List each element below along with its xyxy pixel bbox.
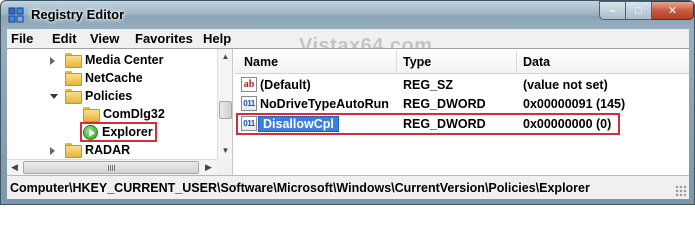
string-value-icon: ab	[241, 77, 257, 92]
collapse-arrow-icon[interactable]	[49, 92, 58, 101]
column-header-type[interactable]: Type	[403, 55, 431, 69]
menu-help[interactable]: Help	[203, 31, 231, 46]
expand-arrow-icon[interactable]	[49, 56, 58, 65]
folder-icon	[65, 143, 82, 158]
value-name: DisallowCpl	[258, 116, 339, 132]
maximize-icon: □	[635, 4, 642, 17]
value-type: REG_DWORD	[403, 117, 486, 131]
binary-value-icon: 011	[241, 116, 257, 131]
tree-item-label: ComDlg32	[103, 107, 165, 121]
value-data: 0x00000091 (145)	[523, 97, 626, 111]
title-bar[interactable]: Registry Editor – □ ✕	[1, 1, 694, 29]
tree-item-policies[interactable]: Policies	[49, 87, 132, 105]
column-divider[interactable]	[396, 51, 397, 72]
tree-item-label: Explorer	[102, 125, 153, 139]
go-arrow-icon	[83, 124, 98, 140]
value-name: NoDriveTypeAutoRun	[260, 97, 389, 111]
value-type: REG_DWORD	[403, 97, 486, 111]
column-divider[interactable]	[516, 51, 517, 72]
column-header-name[interactable]: Name	[244, 55, 278, 69]
tree-item-label: NetCache	[85, 71, 143, 85]
scroll-thumb[interactable]	[219, 101, 232, 119]
close-icon: ✕	[667, 5, 678, 17]
tree-item-label: RADAR	[85, 143, 131, 157]
close-button[interactable]: ✕	[652, 1, 694, 20]
grip-icon	[108, 165, 116, 171]
minimize-icon: –	[609, 4, 616, 17]
registry-editor-icon	[8, 7, 24, 23]
status-bar: Computer\HKEY_CURRENT_USER\Software\Micr…	[7, 175, 689, 199]
expand-arrow-icon[interactable]	[49, 146, 58, 155]
folder-icon	[83, 107, 100, 122]
value-data: (value not set)	[523, 78, 608, 92]
scroll-left-icon[interactable]: ◀	[7, 160, 22, 175]
status-path: Computer\HKEY_CURRENT_USER\Software\Micr…	[10, 181, 590, 195]
value-data: 0x00000000 (0)	[523, 117, 612, 131]
scroll-up-icon[interactable]: ▲	[218, 49, 232, 64]
scroll-thumb[interactable]	[23, 161, 199, 174]
value-name: (Default)	[260, 78, 311, 92]
tree-item-label: Policies	[85, 89, 133, 103]
scrollbar-corner	[217, 159, 232, 175]
tree-item-radar[interactable]: RADAR	[49, 141, 130, 159]
key-tree-pane: Media Center NetCache Policies ComDlg32 …	[7, 49, 233, 175]
tree-horizontal-scrollbar[interactable]: ◀ ▶	[7, 159, 232, 175]
menu-view[interactable]: View	[90, 31, 119, 46]
folder-icon	[65, 71, 82, 86]
tree-item-label: Media Center	[85, 53, 164, 67]
binary-value-icon: 011	[241, 96, 257, 111]
scroll-down-icon[interactable]: ▼	[218, 143, 232, 158]
tree-item-explorer[interactable]: Explorer	[80, 122, 157, 142]
values-list-pane: Name Type Data ab (Default) REG_SZ (valu…	[234, 49, 689, 175]
menu-favorites[interactable]: Favorites	[135, 31, 193, 46]
open-folder-icon	[65, 89, 82, 104]
window-title: Registry Editor	[31, 7, 125, 22]
editor-client-area: Media Center NetCache Policies ComDlg32 …	[7, 48, 689, 175]
tree-item-netcache[interactable]: NetCache	[65, 69, 143, 87]
table-row-selected[interactable]: 011 DisallowCpl REG_DWORD 0x00000000 (0)	[234, 115, 689, 134]
tree-vertical-scrollbar[interactable]: ▲ ▼	[217, 49, 232, 159]
table-row[interactable]: 011 NoDriveTypeAutoRun REG_DWORD 0x00000…	[234, 95, 689, 114]
folder-icon	[65, 53, 82, 68]
minimize-button[interactable]: –	[599, 1, 626, 20]
scroll-right-icon[interactable]: ▶	[201, 160, 216, 175]
registry-editor-window: Registry Editor – □ ✕ File Edit View Fav…	[0, 0, 695, 205]
maximize-button[interactable]: □	[626, 1, 652, 20]
tree-item-media-center[interactable]: Media Center	[49, 51, 164, 69]
value-type: REG_SZ	[403, 78, 454, 92]
table-row[interactable]: ab (Default) REG_SZ (value not set)	[234, 76, 689, 95]
tree-item-comdlg32[interactable]: ComDlg32	[83, 105, 165, 123]
menu-file[interactable]: File	[11, 31, 33, 46]
menu-edit[interactable]: Edit	[52, 31, 77, 46]
column-header-data[interactable]: Data	[523, 55, 550, 69]
resize-grip-icon[interactable]	[675, 185, 687, 197]
list-header: Name Type Data	[234, 49, 689, 74]
